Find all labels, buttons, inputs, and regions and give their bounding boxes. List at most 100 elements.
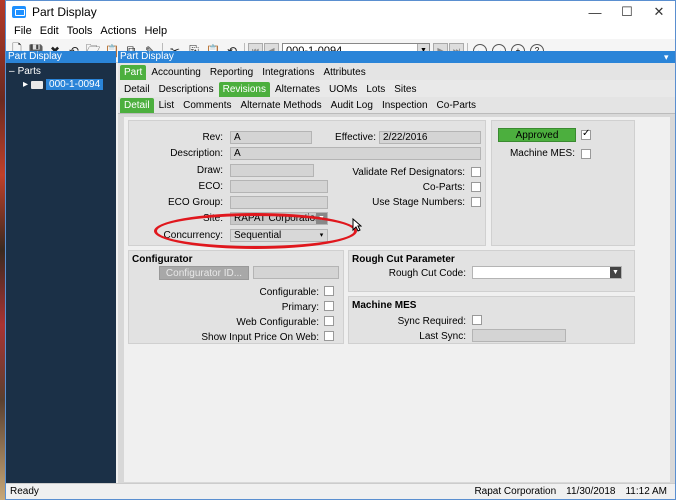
- tree-node-parts[interactable]: – Parts: [9, 65, 113, 78]
- show-input-price-checkbox[interactable]: [324, 331, 334, 341]
- use-stage-numbers-label: Use Stage Numbers:: [372, 197, 465, 208]
- menu-actions[interactable]: Actions: [96, 25, 140, 37]
- revision-detail-form: Rev: A Effective: 2/22/2016 Description:…: [124, 117, 670, 482]
- tab-row-part: Detail Descriptions Revisions Alternates…: [118, 80, 675, 97]
- configurable-label: Configurable:: [259, 287, 319, 298]
- collapse-icon[interactable]: –: [9, 66, 15, 77]
- minimize-button[interactable]: —: [579, 1, 611, 23]
- use-stage-numbers-checkbox[interactable]: [471, 197, 481, 207]
- sync-required-label: Sync Required:: [397, 316, 466, 327]
- tab-inspection[interactable]: Inspection: [378, 98, 432, 113]
- sync-required-checkbox[interactable]: [472, 315, 482, 325]
- tab-accounting[interactable]: Accounting: [147, 65, 204, 80]
- menu-file[interactable]: File: [10, 25, 36, 37]
- web-configurable-label: Web Configurable:: [236, 317, 319, 328]
- tab-integrations[interactable]: Integrations: [258, 65, 318, 80]
- tab-alternate-methods[interactable]: Alternate Methods: [237, 98, 326, 113]
- tab-uoms[interactable]: UOMs: [325, 82, 361, 97]
- detail-panel-header: Part Display ▾: [118, 51, 675, 63]
- app-icon: [12, 6, 26, 18]
- status-company: Rapat Corporation: [474, 486, 557, 497]
- effective-label: Effective:: [335, 132, 376, 143]
- annotation-ellipse: [154, 213, 357, 249]
- menu-help[interactable]: Help: [140, 25, 171, 37]
- pin-icon[interactable]: ▾: [664, 51, 672, 63]
- rev-field[interactable]: A: [230, 131, 312, 144]
- tab-comments[interactable]: Comments: [179, 98, 235, 113]
- tree-node-label: Parts: [17, 66, 41, 77]
- title-bar: Part Display — ☐ ✕: [6, 1, 675, 23]
- folder-icon: [31, 80, 44, 89]
- rough-cut-box: Rough Cut Parameter Rough Cut Code: ▼: [348, 250, 635, 292]
- validate-ref-label: Validate Ref Designators:: [352, 167, 465, 178]
- tab-list[interactable]: List: [155, 98, 179, 113]
- status-text: Ready: [10, 486, 39, 497]
- tree-panel-header: Part Display: [6, 51, 116, 63]
- approval-box: Approved Machine MES:: [491, 120, 635, 246]
- machine-mes-box: Machine MES Sync Required: Last Sync:: [348, 296, 635, 344]
- configurator-title: Configurator: [132, 254, 193, 265]
- close-button[interactable]: ✕: [643, 1, 675, 23]
- rev-label: Rev:: [202, 132, 223, 143]
- tab-co-parts[interactable]: Co-Parts: [433, 98, 480, 113]
- machine-mes-title: Machine MES: [352, 300, 417, 311]
- tab-part-detail[interactable]: Detail: [120, 82, 154, 97]
- rough-cut-code-combo[interactable]: ▼: [472, 266, 622, 279]
- co-parts-checkbox[interactable]: [471, 182, 481, 192]
- primary-checkbox[interactable]: [324, 301, 334, 311]
- detail-panel: Part Display ▾ Part Accounting Reporting…: [118, 51, 675, 484]
- web-configurable-checkbox[interactable]: [324, 316, 334, 326]
- validate-ref-checkbox[interactable]: [471, 167, 481, 177]
- tab-revision-detail[interactable]: Detail: [120, 98, 154, 113]
- menu-bar: File Edit Tools Actions Help: [6, 23, 675, 39]
- tab-row-main: Part Accounting Reporting Integrations A…: [118, 63, 675, 80]
- tab-part[interactable]: Part: [120, 65, 147, 80]
- draw-field[interactable]: [230, 164, 314, 177]
- menu-tools[interactable]: Tools: [63, 25, 97, 37]
- approved-checkbox[interactable]: [581, 128, 591, 140]
- effective-date-field[interactable]: 2/22/2016: [379, 131, 481, 144]
- draw-label: Draw:: [196, 165, 223, 176]
- expand-arrow-icon[interactable]: ▸: [23, 79, 28, 90]
- tab-reporting[interactable]: Reporting: [206, 65, 257, 80]
- eco-label: ECO:: [198, 181, 223, 192]
- configurable-checkbox[interactable]: [324, 286, 334, 296]
- tab-row-revisions: Detail List Comments Alternate Methods A…: [118, 97, 675, 114]
- configurator-id-field[interactable]: [253, 266, 339, 279]
- tab-alternates[interactable]: Alternates: [271, 82, 324, 97]
- mouse-cursor-icon: [352, 218, 362, 232]
- tree-node-label: 000-1-0094: [46, 79, 104, 90]
- tab-sites[interactable]: Sites: [390, 82, 420, 97]
- tab-revisions[interactable]: Revisions: [218, 82, 270, 97]
- window-title: Part Display: [32, 5, 97, 19]
- detail-panel-title: Part Display: [120, 51, 174, 62]
- description-field[interactable]: A: [230, 147, 481, 160]
- status-bar: Ready Rapat Corporation 11/30/2018 11:12…: [6, 483, 675, 499]
- status-time: 11:12 AM: [625, 486, 667, 497]
- chevron-down-icon[interactable]: ▼: [610, 267, 621, 278]
- maximize-button[interactable]: ☐: [611, 1, 643, 23]
- last-sync-label: Last Sync:: [419, 331, 466, 342]
- tab-audit-log[interactable]: Audit Log: [327, 98, 377, 113]
- last-sync-field[interactable]: [472, 329, 566, 342]
- description-label: Description:: [170, 148, 223, 159]
- approved-indicator: Approved: [498, 128, 576, 142]
- tree-panel: Part Display – Parts ▸ 000-1-0094: [6, 51, 116, 484]
- status-date: 11/30/2018: [566, 486, 616, 497]
- primary-label: Primary:: [281, 302, 319, 313]
- configurator-id-button[interactable]: Configurator ID...: [159, 266, 249, 280]
- machine-mes-label: Machine MES:: [509, 148, 575, 159]
- eco-group-label: ECO Group:: [167, 197, 223, 208]
- eco-group-field[interactable]: [230, 196, 328, 209]
- eco-field[interactable]: [230, 180, 328, 193]
- co-parts-label: Co-Parts:: [422, 182, 465, 193]
- configurator-box: Configurator Configurator ID... Configur…: [128, 250, 344, 344]
- rough-cut-code-label: Rough Cut Code:: [388, 268, 466, 279]
- menu-edit[interactable]: Edit: [36, 25, 63, 37]
- machine-mes-checkbox[interactable]: [581, 149, 591, 159]
- tab-lots[interactable]: Lots: [362, 82, 389, 97]
- tab-attributes[interactable]: Attributes: [319, 65, 369, 80]
- rough-cut-title: Rough Cut Parameter: [352, 254, 455, 265]
- tree-node-part[interactable]: ▸ 000-1-0094: [9, 78, 113, 91]
- tab-descriptions[interactable]: Descriptions: [155, 82, 218, 97]
